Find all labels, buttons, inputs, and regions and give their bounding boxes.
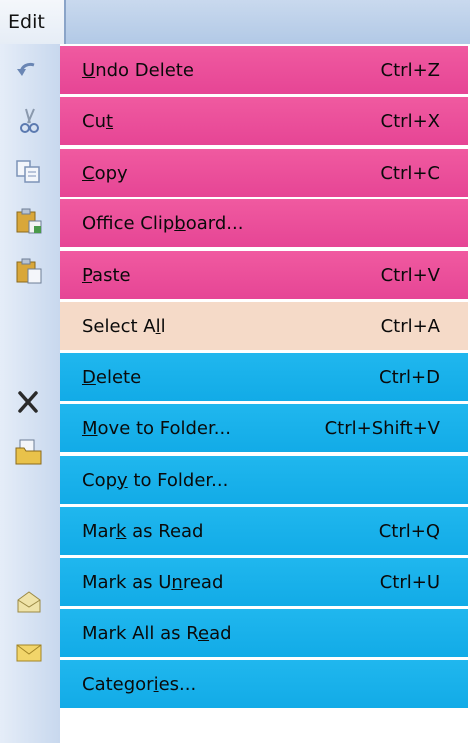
menu-item-shortcut: Ctrl+D <box>379 366 440 388</box>
menu-item-label: Mark as Unread <box>82 571 224 593</box>
menu-item-label: Copy to Folder... <box>82 469 229 491</box>
menu-item-label: Copy <box>82 162 128 184</box>
menu-item-shortcut: Ctrl+U <box>379 571 440 593</box>
menu-item-label: Undo Delete <box>82 59 194 81</box>
menu-item-copy[interactable]: Copy Ctrl+C <box>60 149 468 197</box>
menu-item-shortcut: Ctrl+V <box>380 264 440 286</box>
menu-item-shortcut: Ctrl+Q <box>378 520 440 542</box>
menu-item-label: Mark as Read <box>82 520 204 542</box>
menu-item-shortcut: Ctrl+X <box>380 110 440 132</box>
menu-item-move-to-folder[interactable]: Move to Folder... Ctrl+Shift+V <box>60 404 468 452</box>
menu-item-label: Paste <box>82 264 131 286</box>
menu-item-label: Select All <box>82 315 166 337</box>
icon-gutter <box>0 44 60 743</box>
menu-item-label: Office Clipboard... <box>82 212 244 234</box>
menu-item-paste[interactable]: Paste Ctrl+V <box>60 251 468 299</box>
menu-item-shortcut: Ctrl+Z <box>380 59 440 81</box>
copy-icon <box>16 160 40 183</box>
menu-item-label: Categories... <box>82 673 197 695</box>
menu-item-delete[interactable]: Delete Ctrl+D <box>60 353 468 401</box>
cut-icon <box>20 108 39 133</box>
menu-item-cut[interactable]: Cut Ctrl+X <box>60 97 468 145</box>
menu-item-select-all[interactable]: Select All Ctrl+A <box>60 302 468 350</box>
menu-item-office-clipboard[interactable]: Office Clipboard... <box>60 199 468 247</box>
menu-item-mark-as-unread[interactable]: Mark as Unread Ctrl+U <box>60 558 468 606</box>
menu-item-copy-to-folder[interactable]: Copy to Folder... <box>60 456 468 504</box>
menu-item-label: Cut <box>82 110 114 132</box>
menu-item-shortcut: Ctrl+Shift+V <box>324 417 440 439</box>
menu-item-label: Move to Folder... <box>82 417 231 439</box>
move-to-folder-icon <box>15 439 42 465</box>
delete-icon <box>18 391 38 413</box>
undo-icon <box>17 62 35 76</box>
menu-bar-fill <box>66 0 470 44</box>
menu-item-undo-delete[interactable]: Undo Delete Ctrl+Z <box>60 46 468 94</box>
office-clipboard-icon <box>16 208 42 234</box>
menu-item-mark-as-read[interactable]: Mark as Read Ctrl+Q <box>60 507 468 555</box>
menu-item-label: Delete <box>82 366 142 388</box>
menu-item-categories[interactable]: Categories... <box>60 660 468 708</box>
mark-unread-icon <box>16 644 42 662</box>
paste-icon <box>16 258 42 284</box>
menu-bar: Edit <box>0 0 470 44</box>
edit-menu-tab[interactable]: Edit <box>0 0 66 44</box>
menu-item-mark-all-as-read[interactable]: Mark All as Read <box>60 609 468 657</box>
menu-item-label: Mark All as Read <box>82 622 232 644</box>
menu-item-shortcut: Ctrl+A <box>380 315 440 337</box>
menu-item-shortcut: Ctrl+C <box>380 162 440 184</box>
mark-read-icon <box>17 591 41 613</box>
